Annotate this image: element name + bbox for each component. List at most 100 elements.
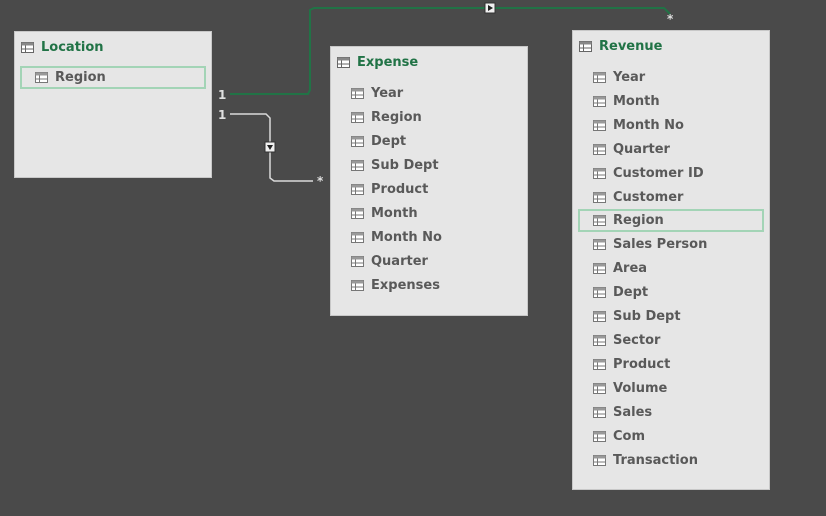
field-item[interactable]: Sales <box>573 400 769 424</box>
field-item[interactable]: Product <box>331 177 527 201</box>
field-item[interactable]: Dept <box>331 129 527 153</box>
field-label: Year <box>613 69 646 85</box>
field-label: Expenses <box>371 277 440 293</box>
field-label: Sales Person <box>613 236 708 252</box>
table-title: Location <box>41 39 104 55</box>
cardinality-location-expense-from: 1 <box>218 108 227 122</box>
field-label: Region <box>55 70 106 85</box>
field-table-icon <box>593 358 606 370</box>
field-label: Region <box>613 213 664 228</box>
field-table-icon <box>351 135 364 147</box>
field-table-icon <box>593 143 606 155</box>
field-table-icon <box>351 279 364 291</box>
field-label: Sales <box>613 404 653 420</box>
field-table-icon <box>593 191 606 203</box>
field-label: Dept <box>371 133 407 149</box>
field-table-icon <box>593 119 606 131</box>
field-table-icon <box>593 286 606 298</box>
field-table-icon <box>593 454 606 466</box>
field-item[interactable]: Product <box>573 352 769 376</box>
field-item[interactable]: Sub Dept <box>331 153 527 177</box>
field-item[interactable]: Region <box>578 209 764 232</box>
field-item[interactable]: Dept <box>573 280 769 304</box>
field-item[interactable]: Quarter <box>573 137 769 161</box>
table-icon <box>21 41 34 53</box>
table-card-location[interactable]: Location Region <box>14 31 212 178</box>
field-item[interactable]: Sector <box>573 328 769 352</box>
field-table-icon <box>593 334 606 346</box>
field-label: Sub Dept <box>371 157 439 173</box>
field-item[interactable]: Month <box>573 89 769 113</box>
table-header[interactable]: Revenue <box>573 31 769 61</box>
field-table-icon <box>351 255 364 267</box>
field-item[interactable]: Region <box>20 66 206 89</box>
table-icon <box>579 40 592 52</box>
field-item[interactable]: Month <box>331 201 527 225</box>
field-table-icon <box>593 430 606 442</box>
field-table-icon <box>593 382 606 394</box>
field-item[interactable]: Customer <box>573 185 769 209</box>
cardinality-location-expense-to: * <box>317 174 324 188</box>
table-icon <box>337 56 350 68</box>
field-label: Dept <box>613 284 649 300</box>
field-item[interactable]: Year <box>573 65 769 89</box>
field-item[interactable]: Year <box>331 81 527 105</box>
table-card-expense[interactable]: Expense Year Region Dept Sub Dept Product Mon… <box>330 46 528 316</box>
field-table-icon <box>593 167 606 179</box>
field-item[interactable]: Volume <box>573 376 769 400</box>
field-table-icon <box>351 87 364 99</box>
filter-arrow-down-icon <box>264 141 276 153</box>
field-label: Product <box>613 356 671 372</box>
field-label: Year <box>371 85 404 101</box>
field-item[interactable]: Area <box>573 256 769 280</box>
field-table-icon <box>593 215 606 226</box>
field-item[interactable]: Transaction <box>573 448 769 472</box>
field-item[interactable]: Region <box>331 105 527 129</box>
field-label: Customer <box>613 189 684 205</box>
field-item[interactable]: Sub Dept <box>573 304 769 328</box>
field-label: Sector <box>613 332 661 348</box>
table-title: Expense <box>357 54 419 70</box>
field-label: Product <box>371 181 429 197</box>
field-item[interactable]: Month No <box>331 225 527 249</box>
field-table-icon <box>35 72 48 83</box>
cardinality-location-revenue-from: 1 <box>218 88 227 102</box>
field-item[interactable]: Expenses <box>331 273 527 297</box>
field-list: Region <box>15 62 211 89</box>
field-label: Month <box>613 93 660 109</box>
field-label: Month No <box>371 229 442 245</box>
cardinality-location-revenue-to: * <box>667 12 674 26</box>
filter-arrow-right-icon <box>484 2 496 14</box>
table-card-revenue[interactable]: Revenue Year Month Month No Quarter Customer… <box>572 30 770 490</box>
field-table-icon <box>351 111 364 123</box>
field-table-icon <box>351 231 364 243</box>
field-label: Region <box>371 109 422 125</box>
field-label: Customer ID <box>613 165 704 181</box>
field-label: Volume <box>613 380 668 396</box>
table-header[interactable]: Location <box>15 32 211 62</box>
field-label: Quarter <box>371 253 428 269</box>
field-table-icon <box>593 238 606 250</box>
field-label: Quarter <box>613 141 670 157</box>
field-label: Transaction <box>613 452 698 468</box>
field-table-icon <box>593 95 606 107</box>
field-label: Area <box>613 260 648 276</box>
table-title: Revenue <box>599 38 663 54</box>
field-table-icon <box>351 207 364 219</box>
field-item[interactable]: Quarter <box>331 249 527 273</box>
field-table-icon <box>351 183 364 195</box>
field-list: Year Region Dept Sub Dept Product Month Month … <box>331 77 527 297</box>
field-item[interactable]: Customer ID <box>573 161 769 185</box>
field-table-icon <box>593 406 606 418</box>
field-label: Sub Dept <box>613 308 681 324</box>
field-label: Month <box>371 205 418 221</box>
field-item[interactable]: Sales Person <box>573 232 769 256</box>
field-table-icon <box>593 310 606 322</box>
field-item[interactable]: Com <box>573 424 769 448</box>
table-header[interactable]: Expense <box>331 47 527 77</box>
field-list: Year Month Month No Quarter Customer ID Custo… <box>573 61 769 472</box>
field-table-icon <box>593 262 606 274</box>
field-item[interactable]: Month No <box>573 113 769 137</box>
field-table-icon <box>351 159 364 171</box>
field-label: Com <box>613 428 646 444</box>
